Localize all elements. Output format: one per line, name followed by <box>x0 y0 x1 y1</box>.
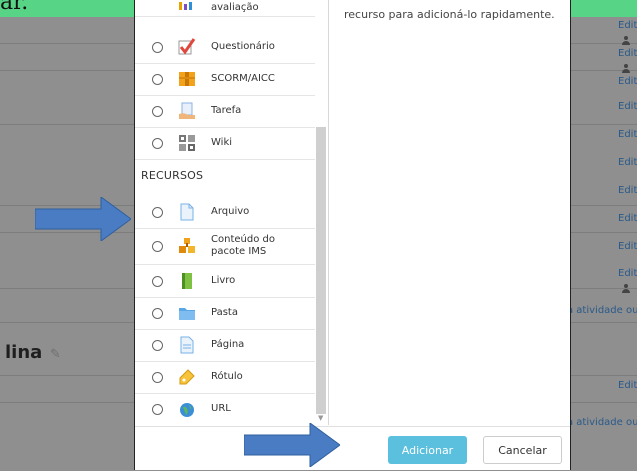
radio-button[interactable] <box>152 275 163 287</box>
option-livro[interactable]: Livro <box>135 265 315 298</box>
person-icon <box>621 284 631 294</box>
option-label: SCORM/AICC <box>211 73 275 84</box>
resources-heading: RECURSOS <box>141 169 204 182</box>
edit-link[interactable]: Edit <box>618 20 637 31</box>
add-activity-link[interactable]: a atividade ou <box>567 305 637 316</box>
edit-link[interactable]: Edit <box>618 48 637 59</box>
scrollbar-thumb[interactable] <box>316 127 326 414</box>
scorm-package-icon <box>179 72 195 86</box>
radio-button[interactable] <box>152 137 163 149</box>
edit-link[interactable]: Edit <box>618 76 637 87</box>
option-label: Página <box>211 339 245 350</box>
option-label: Pasta <box>211 307 238 318</box>
option-ims-package[interactable]: Conteúdo do pacote IMS <box>135 228 315 265</box>
option-arquivo[interactable]: Arquivo <box>135 196 315 229</box>
option-label: avaliação <box>211 2 259 13</box>
quiz-check-icon <box>178 38 196 55</box>
edit-link[interactable]: Edit <box>618 380 637 391</box>
option-questionario[interactable]: Questionário <box>135 31 315 64</box>
pointer-arrow-icon <box>35 197 131 241</box>
dialog-footer: Adicionar Cancelar <box>135 426 570 470</box>
radio-button[interactable] <box>152 240 163 252</box>
radio-button[interactable] <box>152 206 163 218</box>
list-item[interactable]: avaliação <box>135 0 315 17</box>
options-list[interactable]: avaliação Questionário SCORM/AICC Tarefa <box>135 0 329 425</box>
edit-link[interactable]: Edit <box>618 268 637 279</box>
url-globe-icon <box>180 403 194 417</box>
edit-link[interactable]: Edit <box>618 129 637 140</box>
option-label: URL <box>211 403 231 414</box>
assignment-hand-icon <box>179 102 195 119</box>
page-icon <box>180 336 194 354</box>
radio-button[interactable] <box>152 371 163 383</box>
folder-icon <box>179 308 195 320</box>
pencil-icon[interactable]: ✎ <box>50 347 61 362</box>
book-icon <box>182 273 192 289</box>
option-scorm[interactable]: SCORM/AICC <box>135 63 315 96</box>
scroll-down-icon[interactable]: ▼ <box>318 414 323 422</box>
person-icon <box>621 64 631 74</box>
option-tarefa[interactable]: Tarefa <box>135 95 315 128</box>
edit-link[interactable]: Edit <box>618 213 637 224</box>
edit-link[interactable]: Edit <box>618 241 637 252</box>
pointer-arrow-icon <box>244 423 340 467</box>
radio-button[interactable] <box>152 105 163 117</box>
edit-link[interactable]: Edit <box>618 157 637 168</box>
edit-link[interactable]: Edit <box>618 185 637 196</box>
option-label: Tarefa <box>211 105 242 116</box>
gradebook-icon <box>179 2 192 10</box>
option-label: Arquivo <box>211 206 250 217</box>
option-label: Livro <box>211 275 236 286</box>
radio-button[interactable] <box>152 403 163 415</box>
option-rotulo[interactable]: Rótulo <box>135 361 315 394</box>
label-tag-icon <box>179 369 195 385</box>
add-button[interactable]: Adicionar <box>388 436 467 464</box>
file-icon <box>180 203 194 221</box>
option-wiki[interactable]: Wiki <box>135 127 315 160</box>
wiki-icon <box>179 135 195 151</box>
option-pasta[interactable]: Pasta <box>135 297 315 330</box>
option-url[interactable]: URL <box>135 393 315 425</box>
option-label: Questionário <box>211 41 275 52</box>
ims-package-icon <box>179 238 195 253</box>
option-label: Conteúdo do pacote IMS <box>211 234 275 257</box>
activity-chooser-dialog: avaliação Questionário SCORM/AICC Tarefa <box>134 0 571 470</box>
section-title: lina <box>5 342 43 363</box>
radio-button[interactable] <box>152 41 163 53</box>
cancel-button[interactable]: Cancelar <box>483 436 562 464</box>
top-banner-text: ar. <box>0 0 29 15</box>
option-label: Wiki <box>211 137 233 148</box>
option-pagina[interactable]: Página <box>135 329 315 362</box>
radio-button[interactable] <box>152 307 163 319</box>
description-text: recurso para adicioná-lo rapidamente. <box>344 8 555 21</box>
add-activity-link[interactable]: a atividade ou <box>567 417 637 428</box>
option-label: Rótulo <box>211 371 243 382</box>
edit-link[interactable]: Edit <box>618 101 637 112</box>
person-icon <box>621 36 631 46</box>
radio-button[interactable] <box>152 339 163 351</box>
radio-button[interactable] <box>152 73 163 85</box>
